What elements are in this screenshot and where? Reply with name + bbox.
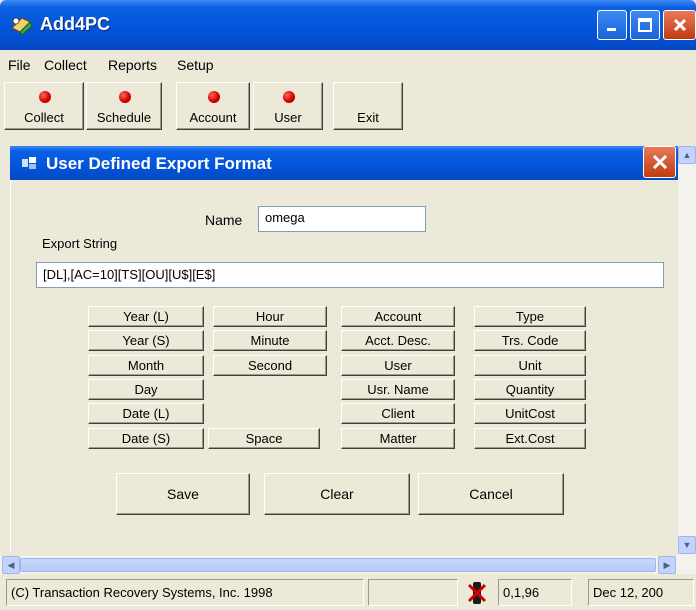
export-string-input[interactable]: [DL],[AC=10][TS][OU][U$][E$] (36, 262, 664, 288)
token-matter-button[interactable]: Matter (341, 428, 455, 449)
name-input[interactable]: omega (258, 206, 426, 232)
scroll-down-icon[interactable]: ▼ (678, 536, 696, 554)
disconnected-icon (464, 580, 490, 606)
close-icon (652, 154, 667, 170)
dialog-close-button[interactable] (643, 146, 676, 178)
account-label: Account (189, 110, 237, 125)
clear-button[interactable]: Clear (264, 473, 410, 515)
app-logo-icon (10, 14, 34, 36)
token-quantity-button[interactable]: Quantity (474, 379, 586, 400)
export-string-label: Export String (42, 236, 118, 251)
collect-label: Collect (24, 110, 64, 125)
menu-file[interactable]: File (8, 57, 31, 73)
token-acct-desc-button[interactable]: Acct. Desc. (341, 330, 455, 351)
schedule-label: Schedule (96, 110, 152, 125)
menu-collect[interactable]: Collect (44, 57, 87, 73)
close-button[interactable] (663, 10, 696, 40)
scroll-left-icon[interactable]: ◀ (2, 556, 20, 574)
token-unit-button[interactable]: Unit (474, 355, 586, 376)
token-month-button[interactable]: Month (88, 355, 204, 376)
save-button[interactable]: Save (116, 473, 250, 515)
token-year-short-button[interactable]: Year (S) (88, 330, 204, 351)
status-panel-empty (368, 579, 458, 606)
red-dot-icon (39, 91, 51, 103)
token-usr-name-button[interactable]: Usr. Name (341, 379, 455, 400)
collect-button[interactable]: Collect (4, 82, 84, 130)
minimize-button[interactable] (597, 10, 627, 40)
token-user-button[interactable]: User (341, 355, 455, 376)
red-dot-icon (119, 91, 131, 103)
token-client-button[interactable]: Client (341, 403, 455, 424)
red-dot-icon (208, 91, 220, 103)
maximize-button[interactable] (630, 10, 660, 40)
minimize-icon (607, 28, 616, 31)
close-icon (673, 18, 686, 32)
vertical-scrollbar[interactable]: ▲ ▼ (678, 146, 696, 574)
token-hour-button[interactable]: Hour (213, 306, 327, 327)
token-date-long-button[interactable]: Date (L) (88, 403, 204, 424)
menu-reports[interactable]: Reports (108, 57, 157, 73)
exit-button[interactable]: Exit (333, 82, 403, 130)
account-button[interactable]: Account (176, 82, 250, 130)
token-date-short-button[interactable]: Date (S) (88, 428, 204, 449)
token-year-long-button[interactable]: Year (L) (88, 306, 204, 327)
status-version: 0,1,96 (498, 579, 572, 606)
token-trs-code-button[interactable]: Trs. Code (474, 330, 586, 351)
maximize-icon (638, 18, 652, 32)
user-button[interactable]: User (253, 82, 323, 130)
cancel-button[interactable]: Cancel (418, 473, 564, 515)
window-title: Add4PC (40, 14, 111, 34)
status-date: Dec 12, 200 (588, 579, 694, 606)
token-minute-button[interactable]: Minute (213, 330, 327, 351)
name-label: Name (205, 212, 243, 228)
token-unitcost-button[interactable]: UnitCost (474, 403, 586, 424)
token-day-button[interactable]: Day (88, 379, 204, 400)
token-account-button[interactable]: Account (341, 306, 455, 327)
horizontal-scroll-thumb[interactable] (20, 558, 656, 572)
dialog-app-icon (22, 157, 36, 169)
exit-label: Exit (357, 110, 379, 125)
token-extcost-button[interactable]: Ext.Cost (474, 428, 586, 449)
token-space-button[interactable]: Space (208, 428, 320, 449)
user-label: User (274, 110, 302, 125)
schedule-button[interactable]: Schedule (86, 82, 162, 130)
menu-bar: File Collect Reports Setup (0, 50, 696, 80)
token-second-button[interactable]: Second (213, 355, 327, 376)
menu-setup[interactable]: Setup (177, 57, 214, 73)
token-type-button[interactable]: Type (474, 306, 586, 327)
scroll-right-icon[interactable]: ▶ (658, 556, 676, 574)
dialog-title: User Defined Export Format (46, 154, 272, 173)
toolbar: Collect Schedule Account User Exit (0, 80, 696, 132)
scroll-up-icon[interactable]: ▲ (678, 146, 696, 164)
red-dot-icon (283, 91, 295, 103)
status-copyright: (C) Transaction Recovery Systems, Inc. 1… (6, 579, 364, 606)
